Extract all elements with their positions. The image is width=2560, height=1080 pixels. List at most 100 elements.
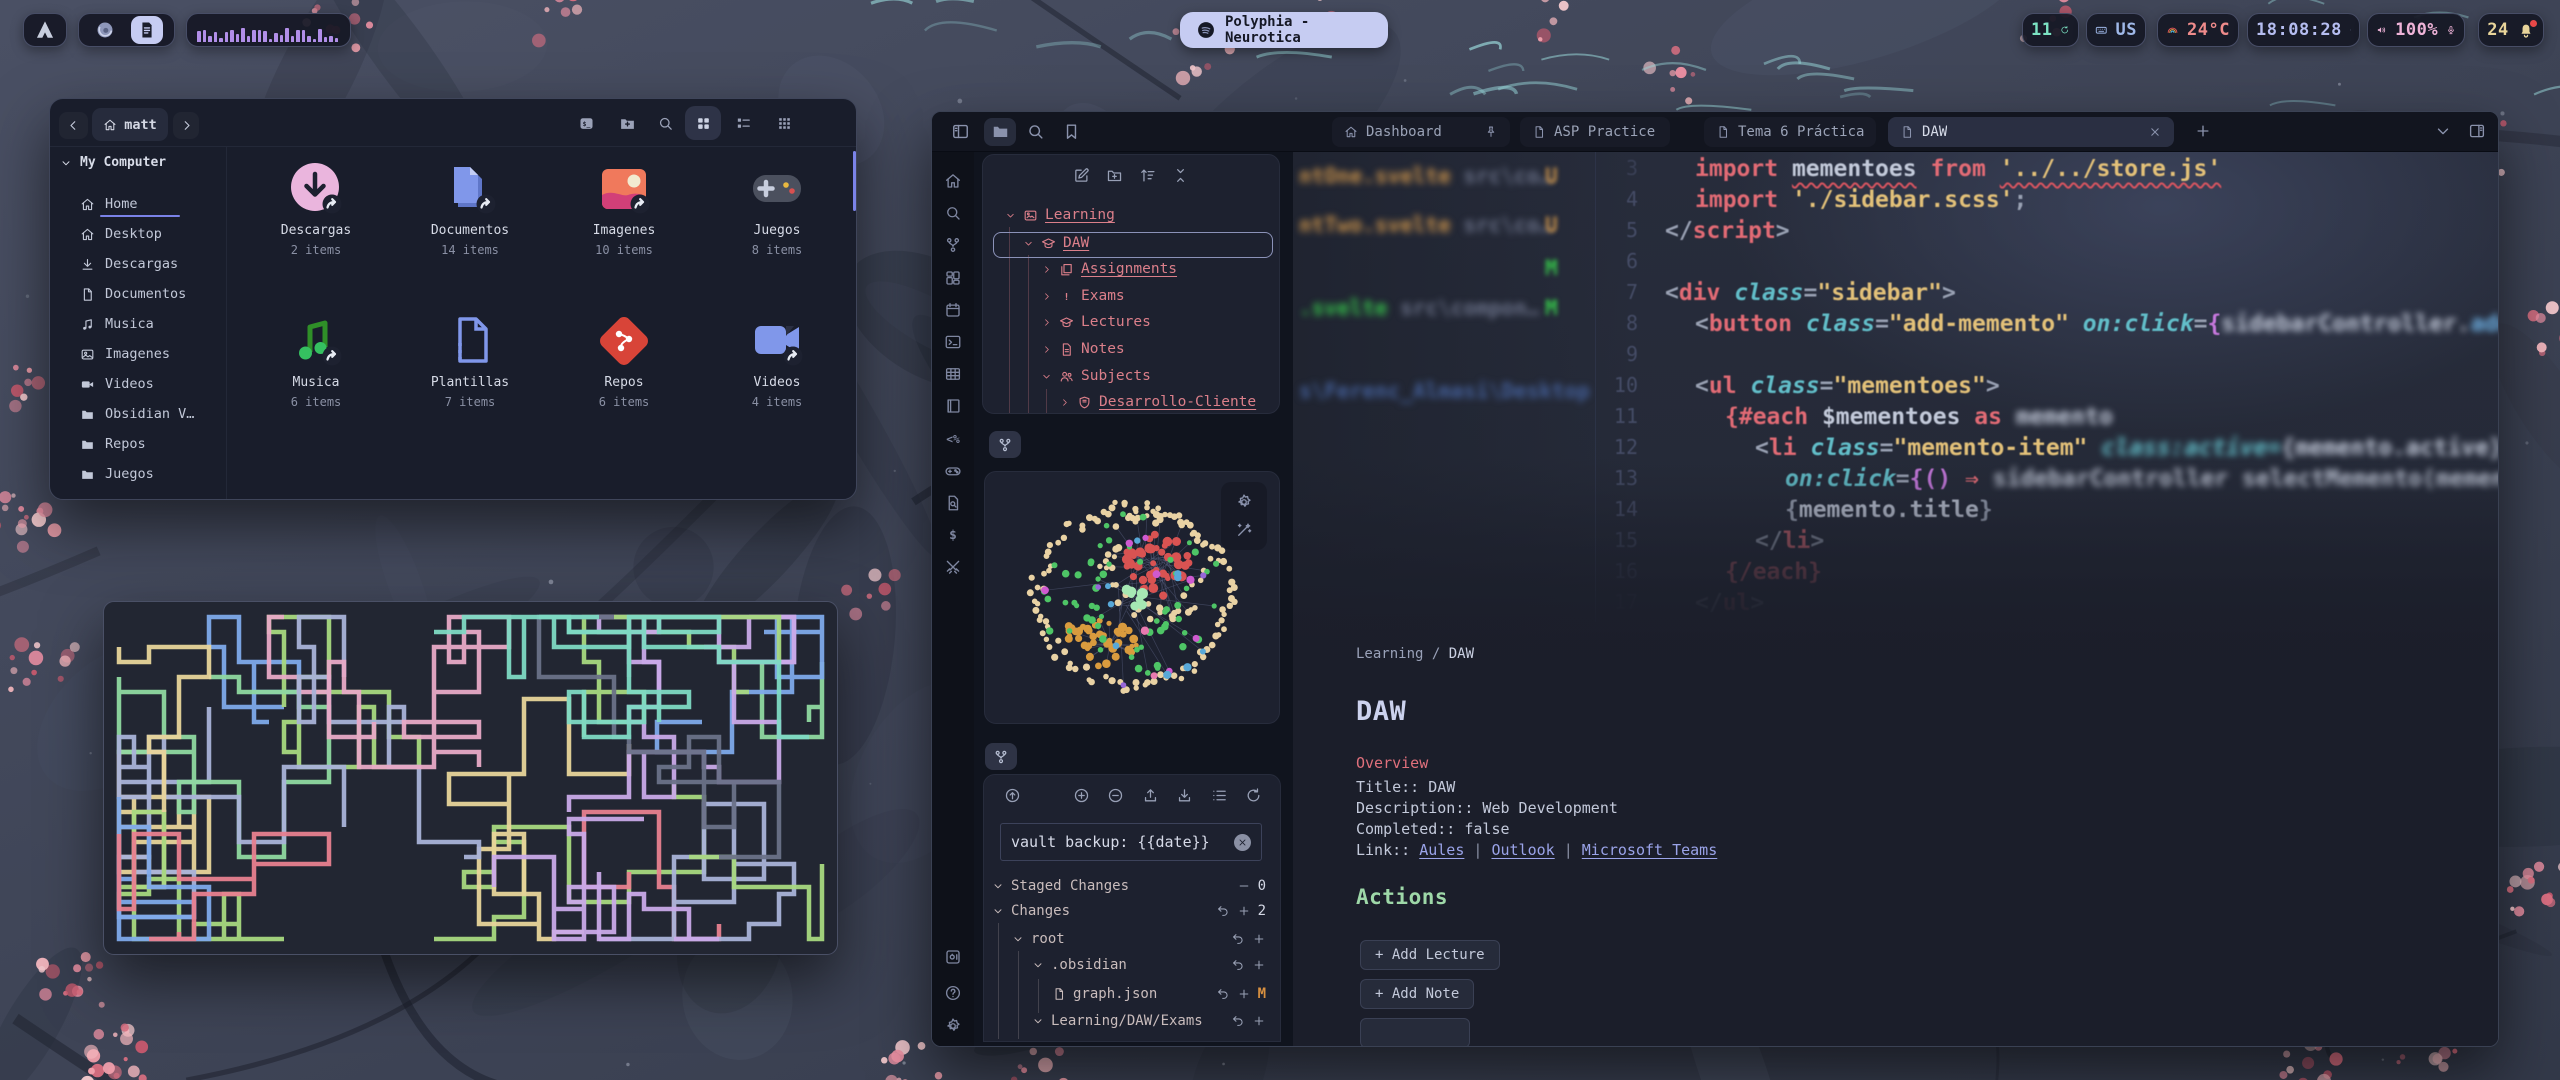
list-view-button[interactable]: [725, 106, 761, 140]
new-folder-button[interactable]: [609, 106, 645, 140]
tree-item-learning[interactable]: Learning: [1005, 203, 1115, 227]
tree-item-daw[interactable]: DAW: [1023, 231, 1089, 255]
new-note-button[interactable]: [1073, 167, 1090, 184]
tree-item-exams[interactable]: !Exams: [1041, 284, 1125, 308]
file-item-repos[interactable]: > Repos 6 items: [559, 313, 689, 409]
graph-view-handle[interactable]: [989, 431, 1021, 458]
graph-wand-button[interactable]: [1235, 521, 1253, 539]
link-outlook[interactable]: Outlook: [1491, 841, 1554, 859]
status-widget-clock[interactable]: 18:08:28: [2247, 13, 2360, 47]
git-row-obsidian[interactable]: .obsidian: [984, 954, 1280, 976]
taskbar-app-document[interactable]: [131, 16, 163, 44]
file-item-descargas[interactable]: Descargas 2 items: [251, 161, 381, 257]
compact-view-button[interactable]: [766, 106, 802, 140]
refresh-button[interactable]: [1245, 787, 1262, 804]
file-item-documentos[interactable]: Documentos 14 items: [405, 161, 535, 257]
link-aules[interactable]: Aules: [1419, 841, 1464, 859]
ribbon-search-button[interactable]: [944, 204, 962, 222]
ribbon-git-fork-button[interactable]: [944, 236, 962, 254]
close-tab-icon[interactable]: [2148, 125, 2162, 139]
push-button[interactable]: [1142, 787, 1159, 804]
sidebar-item-repos[interactable]: Repos: [80, 433, 146, 455]
tab-daw[interactable]: DAW: [1888, 117, 2174, 147]
sidebar-section-my-computer[interactable]: My Computer: [60, 155, 166, 170]
location-breadcrumb[interactable]: matt: [92, 108, 168, 141]
sidebar-item-musica[interactable]: Musica: [80, 313, 154, 335]
taskbar-apps[interactable]: [78, 13, 175, 47]
git-row-graph-json[interactable]: graph.jsonM: [984, 983, 1280, 1005]
git-panel-handle[interactable]: [985, 743, 1017, 770]
ribbon-home-button[interactable]: [944, 172, 962, 190]
link-microsoft-teams[interactable]: Microsoft Teams: [1582, 841, 1717, 859]
pull-button[interactable]: [1176, 787, 1193, 804]
new-tab-button[interactable]: [2194, 122, 2212, 140]
app-launcher-button[interactable]: [23, 13, 67, 47]
ribbon-table-button[interactable]: [944, 365, 962, 383]
folder-button[interactable]: [991, 122, 1010, 141]
tree-item-subjects[interactable]: Subjects: [1041, 364, 1151, 388]
sidebar-item-home[interactable]: Home: [80, 193, 138, 215]
ribbon-code-template-button[interactable]: <%: [944, 430, 962, 448]
tree-item-lectures[interactable]: Lectures: [1041, 310, 1151, 334]
git-row-staged-changes[interactable]: Staged Changes0: [984, 875, 1280, 897]
sidebar-item-imagenes[interactable]: Imagenes: [80, 343, 170, 365]
ribbon-vault-button[interactable]: [944, 948, 962, 966]
back-button[interactable]: [59, 112, 88, 139]
sidebar-item-videos[interactable]: Videos: [80, 373, 154, 395]
grid-view-button[interactable]: [685, 106, 721, 140]
git-row-learning-daw-exams[interactable]: Learning/DAW/Exams: [984, 1010, 1280, 1032]
clear-message-icon[interactable]: [1234, 834, 1251, 851]
media-player-widget[interactable]: Polyphia - Neurotica: [1180, 12, 1388, 48]
search-button[interactable]: [647, 106, 683, 140]
action-button-add-note[interactable]: + Add Note: [1360, 979, 1474, 1009]
terminal-button[interactable]: $_: [568, 106, 604, 140]
layout-sidebar-right-button[interactable]: [2468, 122, 2486, 140]
window-scrollbar[interactable]: [853, 151, 856, 211]
tab-asp-practice-6[interactable]: ASP Practice 6: [1520, 117, 1670, 147]
action-button-add-lecture[interactable]: + Add Lecture: [1360, 940, 1500, 970]
tab-dashboard[interactable]: Dashboard: [1332, 117, 1510, 147]
taskbar-app-firefox[interactable]: [89, 16, 121, 44]
file-item-plantillas[interactable]: > Plantillas 7 items: [405, 313, 535, 409]
ribbon-terminal-button[interactable]: [944, 333, 962, 351]
tree-item-assignments[interactable]: Assignments: [1041, 257, 1177, 281]
graph-settings-button[interactable]: [1235, 493, 1253, 511]
file-item-imagenes[interactable]: Imagenes 10 items: [559, 161, 689, 257]
status-widget-updates[interactable]: 11: [2022, 13, 2079, 47]
chevron-down-button[interactable]: [2434, 122, 2452, 140]
status-widget-weather[interactable]: 24°C: [2157, 13, 2239, 47]
note-breadcrumb[interactable]: Learning / DAW: [1356, 646, 1474, 662]
search-button[interactable]: [1026, 122, 1045, 141]
sort-button[interactable]: [1139, 167, 1156, 184]
forward-button[interactable]: [173, 112, 199, 139]
git-row-changes[interactable]: Changes2: [984, 900, 1280, 922]
unstage-all-button[interactable]: [1107, 787, 1124, 804]
ribbon-dollar-button[interactable]: $: [944, 526, 962, 544]
commit-message-input[interactable]: vault backup: {{date}}: [1000, 823, 1262, 861]
stage-all-button[interactable]: [1073, 787, 1090, 804]
git-row-root[interactable]: root: [984, 928, 1280, 950]
bookmark-button[interactable]: [1062, 122, 1081, 141]
ribbon-layout-grid-button[interactable]: [944, 269, 962, 287]
file-item-juegos[interactable]: > Juegos 8 items: [712, 161, 842, 257]
file-item-musica[interactable]: Musica 6 items: [251, 313, 381, 409]
ribbon-settings-button[interactable]: [944, 1017, 962, 1035]
tab-tema-6-pr-cticas[interactable]: Tema 6 Prácticas -…: [1704, 117, 1876, 147]
change-layout-button[interactable]: [1211, 787, 1228, 804]
status-widget-keyboard-layout[interactable]: US: [2086, 13, 2146, 47]
sidebar-item-descargas[interactable]: Descargas: [80, 253, 178, 275]
ribbon-book-button[interactable]: [944, 397, 962, 415]
ribbon-swords-button[interactable]: [944, 558, 962, 576]
sidebar-item-documentos[interactable]: Documentos: [80, 283, 186, 305]
status-widget-volume[interactable]: 100%: [2367, 13, 2465, 47]
tree-item-desarrollo-cliente[interactable]: Desarrollo-Cliente: [1059, 390, 1256, 414]
sidebar-item-juegos[interactable]: Juegos: [80, 463, 154, 485]
tree-item-notes[interactable]: Notes: [1041, 337, 1125, 361]
ribbon-file-search-button[interactable]: [944, 494, 962, 512]
status-widget-notifications[interactable]: 24: [2478, 13, 2544, 47]
sidebar-item-desktop[interactable]: Desktop: [80, 223, 162, 245]
ribbon-gamepad-button[interactable]: [944, 462, 962, 480]
sidebar-item-obsidian-v[interactable]: Obsidian V…: [80, 403, 194, 425]
ribbon-help-button[interactable]: [944, 984, 962, 1002]
collapse-button[interactable]: [1172, 167, 1189, 184]
